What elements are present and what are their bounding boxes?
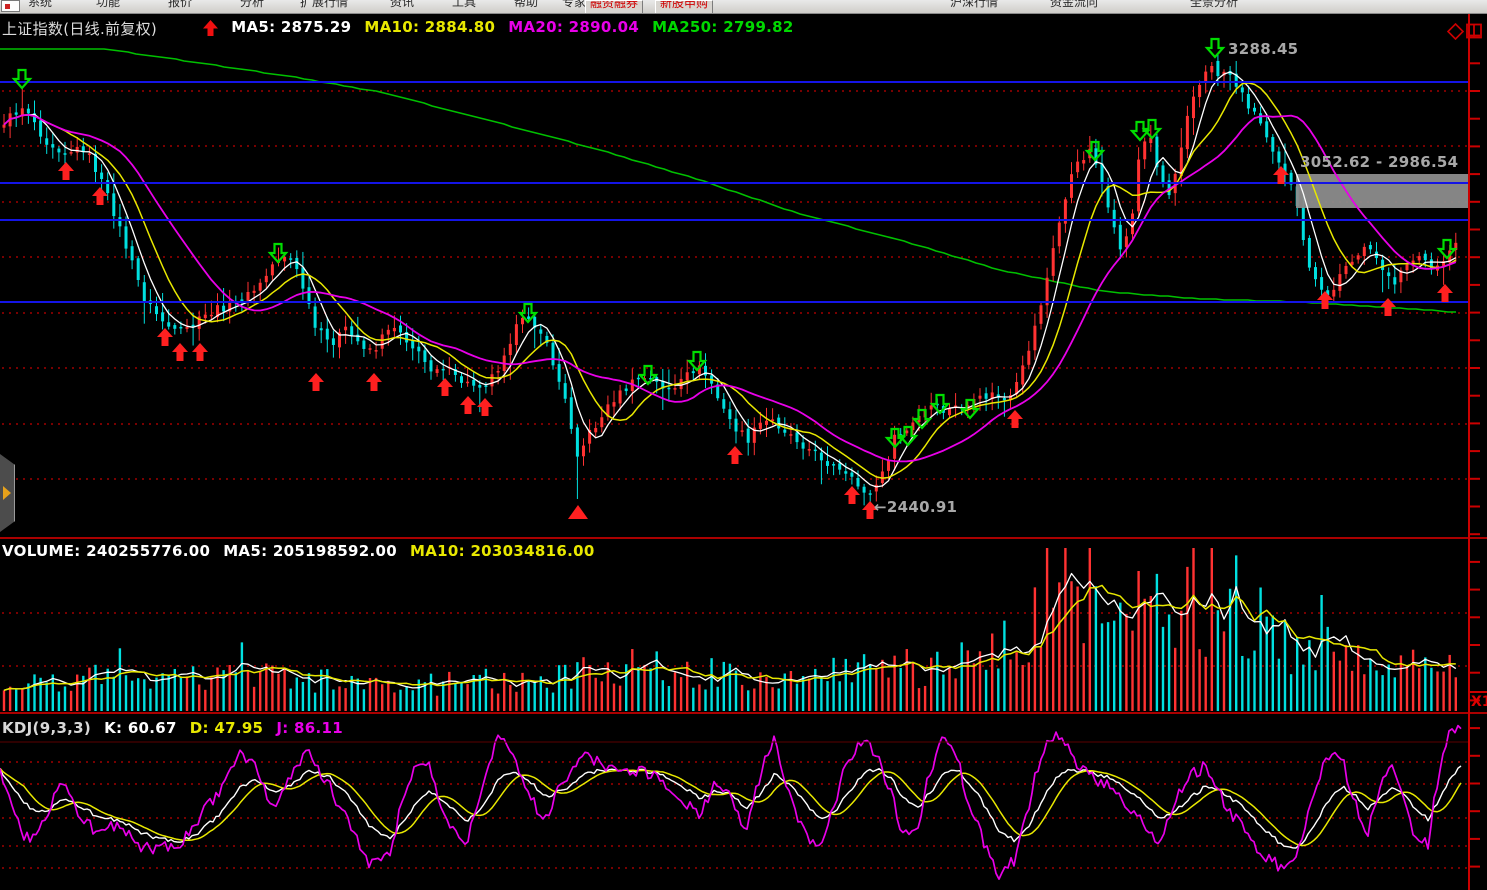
sidebar-expand-handle[interactable]: [0, 454, 15, 532]
volume-bars: [4, 548, 1456, 711]
stock-chart-canvas[interactable]: [0, 0, 1487, 890]
buy-arrow-icon: [727, 446, 743, 464]
menu-button[interactable]: 融资融券: [585, 0, 643, 14]
buy-arrow-icon: [460, 396, 476, 414]
gap-annotation: 3052.62 - 2986.54: [1300, 153, 1458, 171]
peak-annotation: 3288.45: [1228, 40, 1298, 58]
sell-arrow-icon: [1439, 240, 1455, 258]
grid-lines: [2, 91, 1467, 868]
value-label: K: 60.67: [104, 719, 177, 737]
sell-arrow-icon: [1207, 39, 1223, 57]
menu-bar: 系统 功能 报价 分析 扩展行情 资讯 工具 帮助 专家 沪深行情 资金流向 全景分析 融资融券新股申购: [0, 0, 1487, 14]
value-label: VOLUME: 240255776.00: [2, 542, 210, 560]
menu-item[interactable]: 扩展行情: [300, 0, 348, 10]
buy-arrow-icon: [1437, 284, 1453, 302]
sell-arrow-icon: [640, 366, 656, 384]
trough-annotation: ←2440.91: [874, 498, 957, 516]
menu-item[interactable]: 工具: [452, 0, 476, 10]
volume-pane-header: VOLUME: 240255776.00 MA5: 205198592.00 MA1…: [2, 542, 595, 560]
kdj-pane-header: KDJ(9,3,3) K: 60.67 D: 47.95 J: 86.11: [2, 719, 343, 737]
buy-arrow-icon: [157, 328, 173, 346]
value-label: KDJ(9,3,3): [2, 719, 91, 737]
gap-zone-box: [1296, 174, 1468, 208]
x-axis-scale-badge[interactable]: X1: [1471, 694, 1487, 710]
ma-values: MA5: 2875.29 MA10: 2884.80 MA20: 2890.04 MA…: [231, 18, 793, 36]
menu-item[interactable]: 专家: [562, 0, 586, 10]
buy-arrow-icon: [192, 343, 208, 361]
app-logo-icon: [1, 0, 20, 12]
menu-item[interactable]: 资金流向: [1050, 0, 1098, 10]
value-label: MA20: 2890.04: [508, 18, 639, 36]
value-label: J: 86.11: [276, 719, 343, 737]
kdj-lines: [0, 726, 1461, 880]
menu-item[interactable]: 功能: [96, 0, 120, 10]
trade-signals: [14, 39, 1455, 519]
instrument-title: 上证指数(日线.前复权): [2, 18, 157, 39]
buy-arrow-icon: [366, 373, 382, 391]
sell-arrow-icon: [14, 70, 30, 88]
buy-triangle-icon: [568, 505, 588, 519]
up-arrow-icon: [170, 20, 218, 36]
buy-arrow-icon: [58, 162, 74, 180]
buy-arrow-icon: [437, 378, 453, 396]
volume-ma-lines: [4, 574, 1456, 691]
expand-arrow-icon: [3, 486, 11, 500]
value-label: MA250: 2799.82: [652, 18, 794, 36]
trading-app-window: 系统 功能 报价 分析 扩展行情 资讯 工具 帮助 专家 沪深行情 资金流向 全景分析 融资融券新股申购…: [0, 0, 1487, 890]
value-label: MA5: 2875.29: [231, 18, 351, 36]
candlesticks: [3, 54, 1458, 506]
buy-arrow-icon: [172, 343, 188, 361]
value-label: MA10: 2884.80: [364, 18, 495, 36]
buy-arrow-icon: [1317, 291, 1333, 309]
value-label: D: 47.95: [190, 719, 264, 737]
buy-arrow-icon: [308, 373, 324, 391]
buy-arrow-icon: [1007, 410, 1023, 428]
menu-item[interactable]: 报价: [168, 0, 192, 10]
main-pane-header: 上证指数(日线.前复权) MA5: 2875.29MA10: 2884.80MA…: [2, 18, 794, 39]
value-label: MA5: 205198592.00: [223, 542, 397, 560]
window-split-icon[interactable]: [1466, 23, 1483, 39]
menu-item[interactable]: 资讯: [390, 0, 414, 10]
menu-item[interactable]: 系统: [28, 0, 52, 10]
menu-item[interactable]: 分析: [240, 0, 264, 10]
menu-item[interactable]: 全景分析: [1190, 0, 1238, 10]
buy-arrow-icon: [1273, 166, 1289, 184]
value-label: MA10: 203034816.00: [410, 542, 595, 560]
sell-arrow-icon: [1144, 120, 1160, 138]
menu-button[interactable]: 新股申购: [655, 0, 713, 14]
menu-item[interactable]: 帮助: [514, 0, 538, 10]
menu-item[interactable]: 沪深行情: [950, 0, 998, 10]
diamond-icon[interactable]: [1447, 23, 1464, 40]
